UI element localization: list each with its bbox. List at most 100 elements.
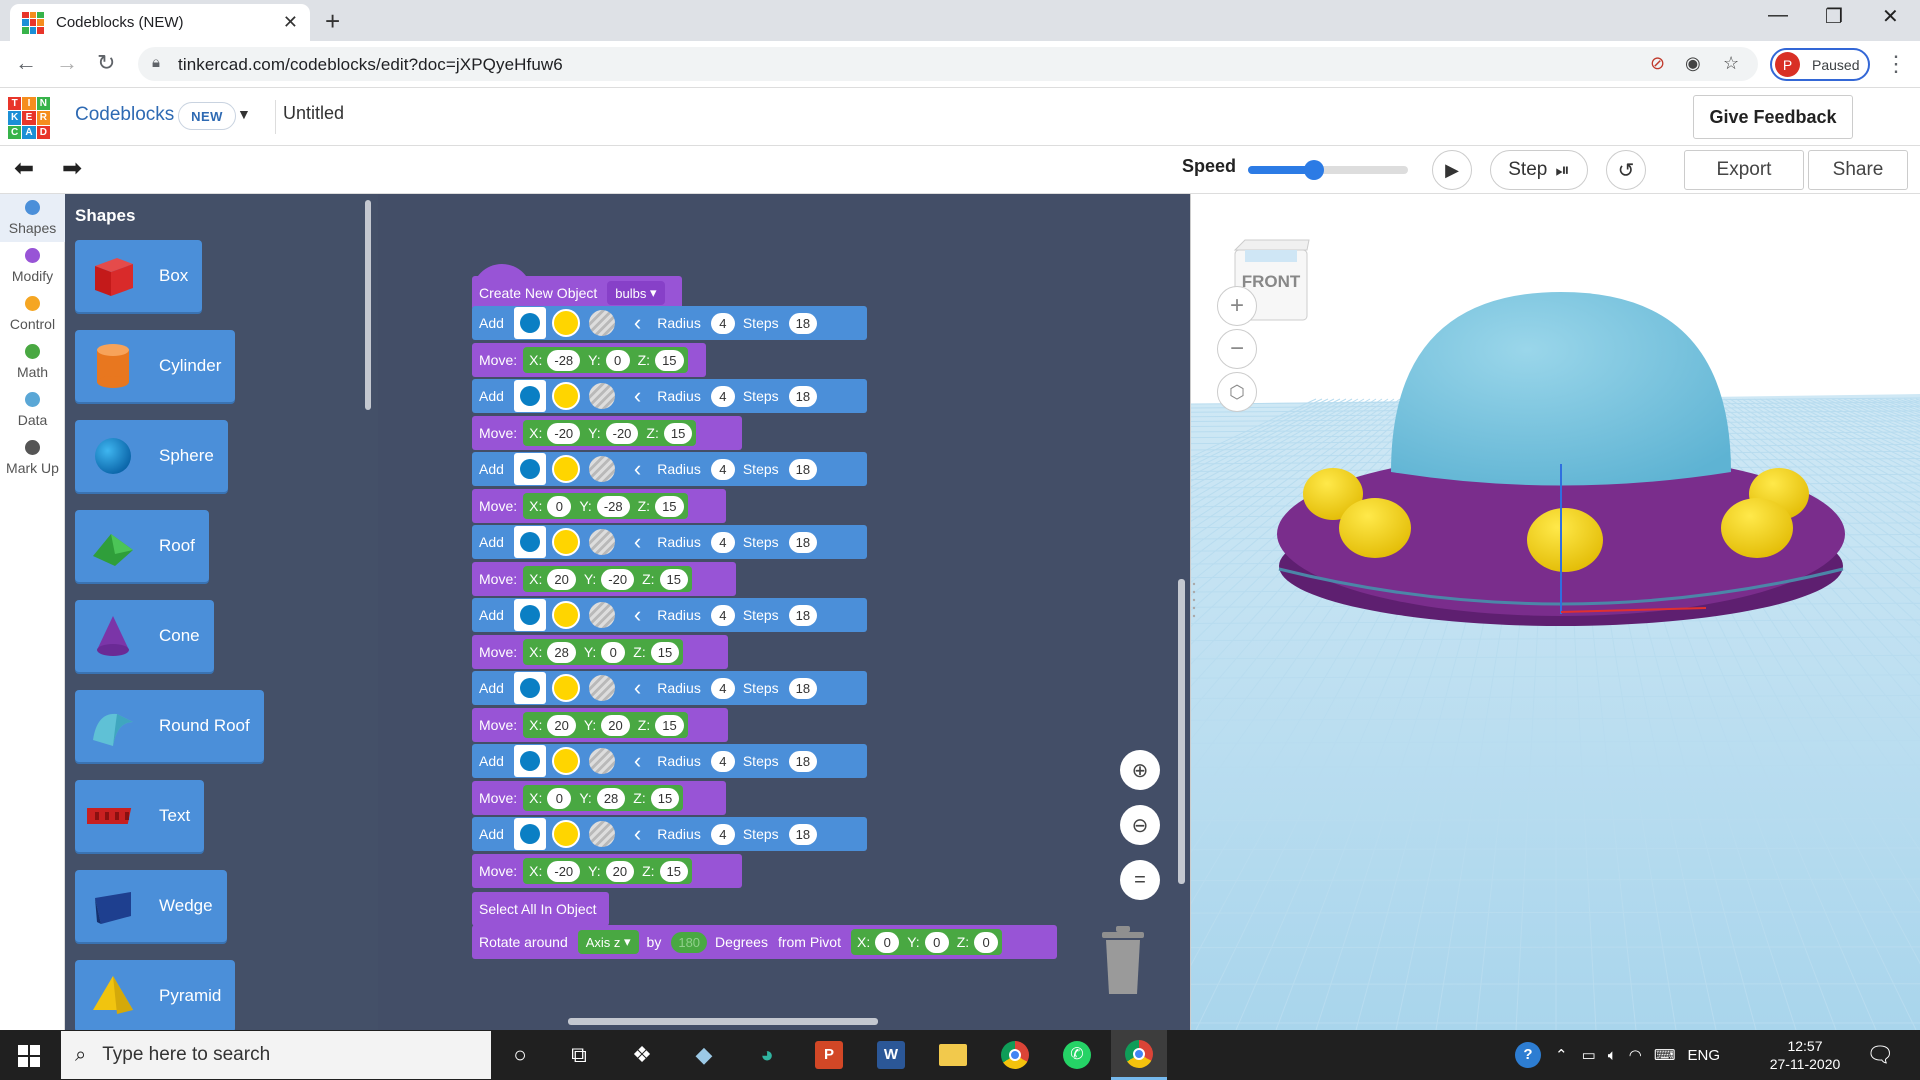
close-tab-icon[interactable]: ✕	[283, 12, 298, 33]
move-z-input[interactable]: 15	[655, 349, 684, 371]
zoom-out-icon[interactable]: ⊖	[1120, 805, 1160, 845]
chevron-left-icon[interactable]: ‹	[634, 310, 641, 336]
create-object-block[interactable]: Create New Object bulbs ▾	[472, 276, 682, 310]
flyout-scrollbar[interactable]	[365, 200, 371, 410]
undo-icon[interactable]: ⬅	[14, 154, 34, 183]
radius-input[interactable]: 4	[710, 677, 735, 699]
hole-toggle[interactable]	[586, 526, 618, 558]
chevron-up-icon[interactable]: ⌃	[1555, 1046, 1568, 1064]
profile-button[interactable]: P Paused	[1770, 48, 1870, 81]
speed-slider[interactable]	[1248, 160, 1408, 180]
hole-toggle[interactable]	[586, 307, 618, 339]
word-icon[interactable]: W	[863, 1030, 919, 1080]
hole-toggle[interactable]	[586, 380, 618, 412]
chevron-left-icon[interactable]: ‹	[634, 456, 641, 482]
notes-app-icon[interactable]: ◆	[676, 1030, 732, 1080]
speed-slider-thumb[interactable]	[1303, 160, 1324, 180]
move-block[interactable]: Move: X: 0 Y: -28 Z: 15	[472, 489, 726, 523]
chevron-left-icon[interactable]: ‹	[634, 383, 641, 409]
radius-input[interactable]: 4	[710, 531, 735, 553]
category-mark-up[interactable]: Mark Up	[0, 440, 65, 482]
chevron-left-icon[interactable]: ‹	[634, 821, 641, 847]
task-view-icon[interactable]: ⧉	[551, 1030, 607, 1080]
move-z-input[interactable]: 15	[655, 495, 684, 517]
color-swatch[interactable]	[550, 380, 582, 412]
steps-input[interactable]: 18	[788, 750, 818, 772]
chrome-profile-icon[interactable]	[1111, 1030, 1167, 1080]
move-y-input[interactable]: 20	[601, 714, 630, 736]
steps-input[interactable]: 18	[788, 604, 818, 626]
new-tab-icon[interactable]: +	[325, 6, 340, 37]
sphere-shape-swatch[interactable]	[513, 745, 546, 777]
color-swatch[interactable]	[550, 599, 582, 631]
radius-input[interactable]: 4	[710, 458, 735, 480]
notifications-icon[interactable]: 🗨︎	[1866, 1042, 1894, 1068]
category-shapes[interactable]: Shapes	[0, 194, 65, 242]
chevron-left-icon[interactable]: ‹	[634, 748, 641, 774]
dropbox-icon[interactable]: ❖	[614, 1030, 670, 1080]
panel-resize-handle[interactable]	[1192, 580, 1196, 624]
sphere-shape-swatch[interactable]	[513, 307, 546, 339]
chevron-left-icon[interactable]: ‹	[634, 675, 641, 701]
move-x-input[interactable]: -28	[547, 349, 581, 371]
object-name-dropdown[interactable]: bulbs ▾	[607, 281, 665, 305]
shape-block-text[interactable]: Text	[75, 780, 205, 852]
app-name[interactable]: Codeblocks	[75, 104, 174, 126]
taskbar-search[interactable]: ⌕ Type here to search	[61, 1031, 491, 1079]
color-swatch[interactable]	[550, 818, 582, 850]
close-window-icon[interactable]: ✕	[1882, 4, 1899, 29]
move-z-input[interactable]: 15	[663, 422, 693, 444]
move-y-input[interactable]: -28	[596, 495, 630, 517]
redo-icon[interactable]: ➡	[62, 154, 82, 183]
wifi-icon[interactable]: ◠	[1629, 1046, 1642, 1064]
code-workspace[interactable]: Create New Object bulbs ▾ Add ‹ Radius 4 Ste…	[378, 194, 1190, 1030]
sphere-shape-swatch[interactable]	[513, 526, 546, 558]
home-view-icon[interactable]: ⬡	[1217, 372, 1257, 412]
radius-input[interactable]: 4	[710, 312, 735, 334]
chevron-left-icon[interactable]: ‹	[634, 529, 641, 555]
language-indicator[interactable]: ENG	[1688, 1047, 1721, 1064]
chevron-down-icon[interactable]: ▼	[237, 106, 251, 122]
powerpoint-icon[interactable]: P	[801, 1030, 857, 1080]
viewport-zoom-out-icon[interactable]: −	[1217, 329, 1257, 369]
move-x-input[interactable]: -20	[547, 860, 581, 882]
hole-toggle[interactable]	[586, 818, 618, 850]
radius-input[interactable]: 4	[710, 604, 735, 626]
edge-browser-icon[interactable]: ◕	[739, 1030, 795, 1080]
omnibox[interactable]: 🔒︎ tinkercad.com/codeblocks/edit?doc=jXP…	[138, 47, 1758, 81]
help-icon[interactable]: ?	[1515, 1042, 1541, 1068]
export-button[interactable]: Export	[1684, 150, 1804, 190]
pivot-y-input[interactable]: 0	[924, 931, 949, 953]
color-swatch[interactable]	[550, 453, 582, 485]
move-y-input[interactable]: 20	[605, 860, 635, 882]
move-x-input[interactable]: -20	[547, 422, 581, 444]
browser-menu-icon[interactable]: ⋮	[1885, 51, 1907, 77]
workspace-horizontal-scrollbar[interactable]	[568, 1018, 878, 1025]
move-x-input[interactable]: 0	[547, 495, 572, 517]
add-shape-block[interactable]: Add ‹ Radius 4 Steps 18	[472, 671, 867, 705]
tinkercad-logo[interactable]: T I N K E R C A D	[8, 97, 50, 139]
browser-tab[interactable]: Codeblocks (NEW) ✕	[10, 4, 310, 41]
move-block[interactable]: Move: X: 0 Y: 28 Z: 15	[472, 781, 726, 815]
sphere-shape-swatch[interactable]	[513, 818, 546, 850]
move-block[interactable]: Move: X: 20 Y: 20 Z: 15	[472, 708, 728, 742]
radius-input[interactable]: 4	[710, 385, 735, 407]
add-shape-block[interactable]: Add ‹ Radius 4 Steps 18	[472, 306, 867, 340]
add-shape-block[interactable]: Add ‹ Radius 4 Steps 18	[472, 817, 867, 851]
steps-input[interactable]: 18	[788, 531, 818, 553]
pivot-z-input[interactable]: 0	[974, 931, 999, 953]
keyboard-icon[interactable]: ⌨	[1654, 1046, 1676, 1064]
move-block[interactable]: Move: X: 20 Y: -20 Z: 15	[472, 562, 736, 596]
zoom-in-icon[interactable]: ⊕	[1120, 750, 1160, 790]
add-shape-block[interactable]: Add ‹ Radius 4 Steps 18	[472, 598, 867, 632]
sphere-shape-swatch[interactable]	[513, 380, 546, 412]
add-shape-block[interactable]: Add ‹ Radius 4 Steps 18	[472, 452, 867, 486]
cortana-icon[interactable]: ○	[492, 1030, 548, 1080]
sphere-shape-swatch[interactable]	[513, 672, 546, 704]
blocked-popup-icon[interactable]: ⊘	[1650, 53, 1665, 74]
battery-icon[interactable]: ▭	[1582, 1046, 1596, 1064]
category-data[interactable]: Data	[0, 392, 65, 434]
file-explorer-icon[interactable]	[925, 1030, 981, 1080]
volume-icon[interactable]: 🔈︎	[1608, 1047, 1617, 1064]
hole-toggle[interactable]	[586, 745, 618, 777]
